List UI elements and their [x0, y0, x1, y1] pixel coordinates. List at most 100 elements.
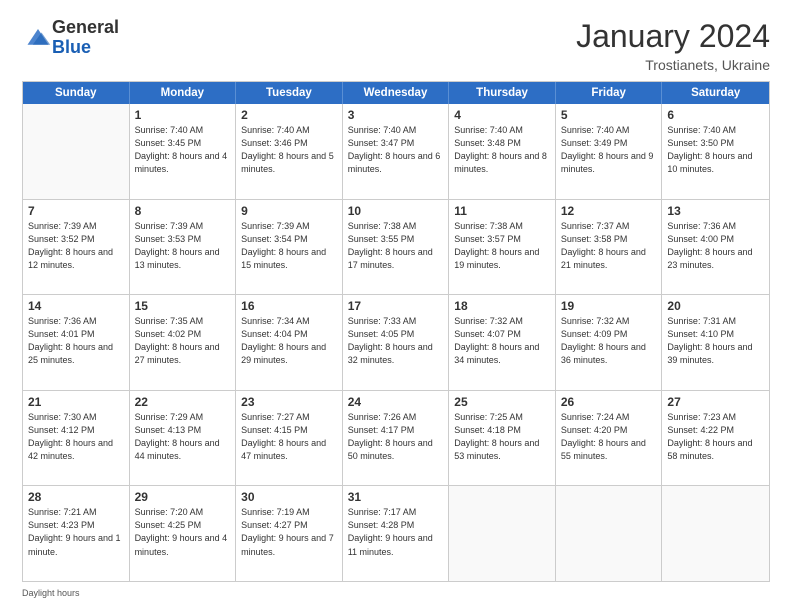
logo-blue: Blue — [52, 38, 119, 58]
day-info: Sunrise: 7:40 AMSunset: 3:47 PMDaylight:… — [348, 124, 444, 176]
day-number: 8 — [135, 204, 231, 218]
day-cell-22: 22 Sunrise: 7:29 AMSunset: 4:13 PMDayligh… — [130, 391, 237, 486]
day-info: Sunrise: 7:35 AMSunset: 4:02 PMDaylight:… — [135, 315, 231, 367]
day-number: 15 — [135, 299, 231, 313]
day-info: Sunrise: 7:30 AMSunset: 4:12 PMDaylight:… — [28, 411, 124, 463]
header-day-saturday: Saturday — [662, 82, 769, 104]
day-info: Sunrise: 7:36 AMSunset: 4:00 PMDaylight:… — [667, 220, 764, 272]
header-day-monday: Monday — [130, 82, 237, 104]
day-cell-12: 12Sunrise: 7:37 AMSunset: 3:58 PMDayligh… — [556, 200, 663, 295]
week-row-3: 14Sunrise: 7:36 AMSunset: 4:01 PMDayligh… — [23, 294, 769, 390]
day-info: Sunrise: 7:40 AMSunset: 3:48 PMDaylight:… — [454, 124, 550, 176]
day-number: 23 — [241, 395, 337, 409]
day-info: Sunrise: 7:20 AMSunset: 4:25 PMDaylight:… — [135, 506, 231, 558]
day-cell-24: 24Sunrise: 7:26 AMSunset: 4:17 PMDayligh… — [343, 391, 450, 486]
day-number: 22 — [135, 395, 231, 409]
day-number: 30 — [241, 490, 337, 504]
calendar-body: 1 Sunrise: 7:40 AMSunset: 3:45 PMDaylight… — [23, 104, 769, 581]
day-info: Sunrise: 7:31 AMSunset: 4:10 PMDaylight:… — [667, 315, 764, 367]
week-row-1: 1 Sunrise: 7:40 AMSunset: 3:45 PMDaylight… — [23, 104, 769, 199]
header-day-wednesday: Wednesday — [343, 82, 450, 104]
day-cell-6: 6 Sunrise: 7:40 AMSunset: 3:50 PMDaylight… — [662, 104, 769, 199]
day-cell-20: 20 Sunrise: 7:31 AMSunset: 4:10 PMDayligh… — [662, 295, 769, 390]
day-number: 20 — [667, 299, 764, 313]
day-number: 21 — [28, 395, 124, 409]
day-info: Sunrise: 7:23 AMSunset: 4:22 PMDaylight:… — [667, 411, 764, 463]
day-cell-9: 9Sunrise: 7:39 AMSunset: 3:54 PMDaylight… — [236, 200, 343, 295]
day-info: Sunrise: 7:33 AMSunset: 4:05 PMDaylight:… — [348, 315, 444, 367]
empty-cell — [556, 486, 663, 581]
day-number: 31 — [348, 490, 444, 504]
day-number: 3 — [348, 108, 444, 122]
day-number: 29 — [135, 490, 231, 504]
day-cell-7: 7 Sunrise: 7:39 AMSunset: 3:52 PMDaylight… — [23, 200, 130, 295]
day-cell-15: 15 Sunrise: 7:35 AMSunset: 4:02 PMDayligh… — [130, 295, 237, 390]
day-cell-23: 23 Sunrise: 7:27 AMSunset: 4:15 PMDayligh… — [236, 391, 343, 486]
day-number: 25 — [454, 395, 550, 409]
day-cell-29: 29 Sunrise: 7:20 AMSunset: 4:25 PMDayligh… — [130, 486, 237, 581]
header-day-friday: Friday — [556, 82, 663, 104]
day-info: Sunrise: 7:38 AMSunset: 3:55 PMDaylight:… — [348, 220, 444, 272]
empty-cell — [662, 486, 769, 581]
empty-cell — [23, 104, 130, 199]
day-info: Sunrise: 7:40 AMSunset: 3:45 PMDaylight:… — [135, 124, 231, 176]
day-number: 18 — [454, 299, 550, 313]
page: General Blue January 2024 Trostianets, U… — [0, 0, 792, 612]
day-info: Sunrise: 7:32 AMSunset: 4:09 PMDaylight:… — [561, 315, 657, 367]
day-cell-2: 2 Sunrise: 7:40 AMSunset: 3:46 PMDaylight… — [236, 104, 343, 199]
day-info: Sunrise: 7:40 AMSunset: 3:50 PMDaylight:… — [667, 124, 764, 176]
day-cell-18: 18Sunrise: 7:32 AMSunset: 4:07 PMDayligh… — [449, 295, 556, 390]
week-row-2: 7 Sunrise: 7:39 AMSunset: 3:52 PMDaylight… — [23, 199, 769, 295]
day-cell-27: 27 Sunrise: 7:23 AMSunset: 4:22 PMDayligh… — [662, 391, 769, 486]
day-cell-28: 28 Sunrise: 7:21 AMSunset: 4:23 PMDayligh… — [23, 486, 130, 581]
day-info: Sunrise: 7:17 AMSunset: 4:28 PMDaylight:… — [348, 506, 444, 558]
day-number: 14 — [28, 299, 124, 313]
day-cell-17: 17 Sunrise: 7:33 AMSunset: 4:05 PMDayligh… — [343, 295, 450, 390]
day-cell-5: 5 Sunrise: 7:40 AMSunset: 3:49 PMDaylight… — [556, 104, 663, 199]
day-info: Sunrise: 7:29 AMSunset: 4:13 PMDaylight:… — [135, 411, 231, 463]
day-info: Sunrise: 7:21 AMSunset: 4:23 PMDaylight:… — [28, 506, 124, 558]
header-day-thursday: Thursday — [449, 82, 556, 104]
calendar: SundayMondayTuesdayWednesdayThursdayFrid… — [22, 81, 770, 582]
day-number: 7 — [28, 204, 124, 218]
day-info: Sunrise: 7:40 AMSunset: 3:46 PMDaylight:… — [241, 124, 337, 176]
day-number: 4 — [454, 108, 550, 122]
day-number: 6 — [667, 108, 764, 122]
title-block: January 2024 Trostianets, Ukraine — [576, 18, 770, 73]
day-cell-31: 31 Sunrise: 7:17 AMSunset: 4:28 PMDayligh… — [343, 486, 450, 581]
day-number: 11 — [454, 204, 550, 218]
day-cell-4: 4 Sunrise: 7:40 AMSunset: 3:48 PMDaylight… — [449, 104, 556, 199]
header-day-sunday: Sunday — [23, 82, 130, 104]
day-info: Sunrise: 7:25 AMSunset: 4:18 PMDaylight:… — [454, 411, 550, 463]
day-number: 10 — [348, 204, 444, 218]
day-cell-19: 19 Sunrise: 7:32 AMSunset: 4:09 PMDayligh… — [556, 295, 663, 390]
day-cell-8: 8 Sunrise: 7:39 AMSunset: 3:53 PMDaylight… — [130, 200, 237, 295]
day-info: Sunrise: 7:40 AMSunset: 3:49 PMDaylight:… — [561, 124, 657, 176]
day-number: 2 — [241, 108, 337, 122]
location: Trostianets, Ukraine — [576, 57, 770, 73]
day-cell-14: 14Sunrise: 7:36 AMSunset: 4:01 PMDayligh… — [23, 295, 130, 390]
day-number: 1 — [135, 108, 231, 122]
day-cell-16: 16Sunrise: 7:34 AMSunset: 4:04 PMDayligh… — [236, 295, 343, 390]
day-number: 12 — [561, 204, 657, 218]
day-number: 5 — [561, 108, 657, 122]
day-cell-21: 21 Sunrise: 7:30 AMSunset: 4:12 PMDayligh… — [23, 391, 130, 486]
day-info: Sunrise: 7:27 AMSunset: 4:15 PMDaylight:… — [241, 411, 337, 463]
day-cell-11: 11 Sunrise: 7:38 AMSunset: 3:57 PMDayligh… — [449, 200, 556, 295]
day-number: 16 — [241, 299, 337, 313]
footer-note: Daylight hours — [22, 588, 770, 598]
day-info: Sunrise: 7:26 AMSunset: 4:17 PMDaylight:… — [348, 411, 444, 463]
day-number: 19 — [561, 299, 657, 313]
day-cell-30: 30 Sunrise: 7:19 AMSunset: 4:27 PMDayligh… — [236, 486, 343, 581]
logo-general: General — [52, 18, 119, 38]
day-number: 17 — [348, 299, 444, 313]
day-info: Sunrise: 7:19 AMSunset: 4:27 PMDaylight:… — [241, 506, 337, 558]
day-info: Sunrise: 7:39 AMSunset: 3:52 PMDaylight:… — [28, 220, 124, 272]
day-number: 27 — [667, 395, 764, 409]
day-info: Sunrise: 7:38 AMSunset: 3:57 PMDaylight:… — [454, 220, 550, 272]
day-number: 28 — [28, 490, 124, 504]
day-number: 26 — [561, 395, 657, 409]
day-info: Sunrise: 7:39 AMSunset: 3:53 PMDaylight:… — [135, 220, 231, 272]
day-info: Sunrise: 7:39 AMSunset: 3:54 PMDaylight:… — [241, 220, 337, 272]
day-cell-26: 26Sunrise: 7:24 AMSunset: 4:20 PMDayligh… — [556, 391, 663, 486]
